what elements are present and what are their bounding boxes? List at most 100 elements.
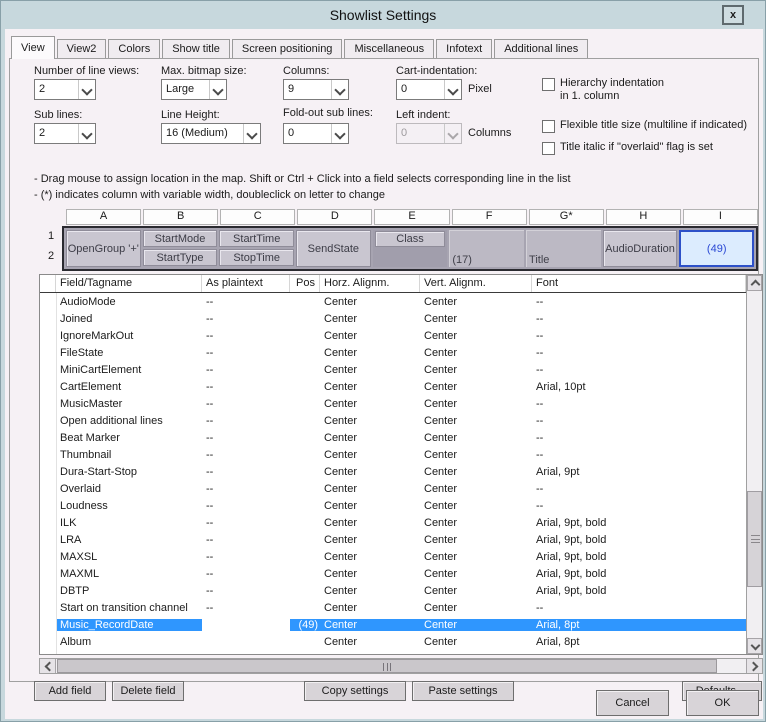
row-vert-cell: Center [420, 330, 532, 342]
chevron-down-icon[interactable] [444, 80, 461, 99]
fold-out-select[interactable]: 0 [283, 123, 349, 144]
scroll-up-icon[interactable] [747, 275, 762, 291]
table-row[interactable]: MAXML--CenterCenterArial, 9pt, bold [40, 565, 746, 582]
map-letter-b[interactable]: B [143, 209, 218, 225]
checkbox-box[interactable] [542, 120, 555, 133]
map-col-f: (17) [449, 230, 524, 267]
table-row[interactable]: FileState--CenterCenter-- [40, 344, 746, 361]
table-row[interactable]: ✔Music_RecordDate(49)CenterCenterArial, … [40, 616, 746, 633]
map-letter-h[interactable]: H [606, 209, 681, 225]
delete-field-button[interactable]: Delete field [112, 681, 184, 701]
checkbox-box[interactable] [542, 78, 555, 91]
row-horz-cell: Center [320, 347, 420, 359]
tab-view[interactable]: View [11, 36, 55, 59]
cart-indentation-value: 0 [397, 80, 444, 99]
table-row[interactable]: CartElement--CenterCenterArial, 10pt [40, 378, 746, 395]
map-cell-audioduration[interactable]: AudioDuration [603, 230, 678, 267]
tab-screen-positioning[interactable]: Screen positioning [232, 39, 343, 59]
map-cell-class[interactable]: Class [375, 231, 446, 247]
table-row[interactable]: Overlaid--CenterCenter-- [40, 480, 746, 497]
chevron-down-icon[interactable] [243, 124, 260, 143]
horizontal-scroll-thumb[interactable] [57, 659, 717, 673]
line-height-select[interactable]: 16 (Medium) [161, 123, 261, 144]
flexible-title-checkbox[interactable]: Flexible title size (multiline if indica… [542, 119, 757, 133]
table-row[interactable]: LRA--CenterCenterArial, 9pt, bold [40, 531, 746, 548]
table-row[interactable]: Start on transition channel--CenterCente… [40, 599, 746, 616]
header-horz-alignm[interactable]: Horz. Alignm. [320, 275, 420, 292]
tab-miscellaneous[interactable]: Miscellaneous [344, 39, 434, 59]
row-name-cell: Open additional lines [56, 415, 202, 427]
title-italic-checkbox[interactable]: Title italic if "overlaid" flag is set [542, 141, 757, 155]
chevron-down-icon[interactable] [331, 80, 348, 99]
close-icon[interactable]: x [722, 5, 744, 25]
map-cell-pos49-selected[interactable]: (49) [679, 230, 754, 267]
ok-button[interactable]: OK [686, 690, 759, 716]
header-as-plaintext[interactable]: As plaintext [202, 275, 290, 292]
header-pos[interactable]: Pos [290, 275, 320, 292]
table-row[interactable]: Beat Marker--CenterCenter-- [40, 429, 746, 446]
header-vert-alignm[interactable]: Vert. Alignm. [420, 275, 532, 292]
bitmap-size-select[interactable]: Large [161, 79, 227, 100]
map-cell-sendstate[interactable]: SendState [296, 230, 371, 267]
map-cell-startmode[interactable]: StartMode [143, 230, 218, 247]
add-field-button[interactable]: Add field [34, 681, 106, 701]
table-row[interactable]: Loudness--CenterCenter-- [40, 497, 746, 514]
table-row[interactable]: MiniCartElement--CenterCenter-- [40, 361, 746, 378]
table-row[interactable]: MAXSL--CenterCenterArial, 9pt, bold [40, 548, 746, 565]
map-cell-pos17[interactable]: (17) [449, 230, 524, 267]
checkbox-box[interactable] [542, 142, 555, 155]
table-row[interactable]: Open additional lines--CenterCenter-- [40, 412, 746, 429]
map-cell-stoptime[interactable]: StopTime [219, 249, 294, 266]
vertical-scroll-thumb[interactable] [747, 491, 762, 587]
tab-colors[interactable]: Colors [108, 39, 160, 59]
map-letter-g-star[interactable]: G* [529, 209, 604, 225]
tab-show-title[interactable]: Show title [162, 39, 230, 59]
header-font[interactable]: Font [532, 275, 746, 292]
tab-infotext[interactable]: Infotext [436, 39, 492, 59]
table-row[interactable]: Dura-Start-Stop--CenterCenterArial, 9pt [40, 463, 746, 480]
scroll-right-icon[interactable] [746, 659, 762, 673]
map-letter-a[interactable]: A [66, 209, 141, 225]
scroll-down-icon[interactable] [747, 638, 762, 654]
chevron-down-icon[interactable] [78, 80, 95, 99]
map-cell-class-block[interactable]: Class [373, 230, 448, 267]
copy-settings-button[interactable]: Copy settings [304, 681, 406, 701]
paste-settings-button[interactable]: Paste settings [412, 681, 514, 701]
line-views-select[interactable]: 2 [34, 79, 96, 100]
map-letter-e[interactable]: E [374, 209, 449, 225]
map-cell-title[interactable]: Title [526, 230, 601, 267]
sub-lines-select[interactable]: 2 [34, 123, 96, 144]
table-row[interactable]: IgnoreMarkOut--CenterCenter-- [40, 327, 746, 344]
chevron-down-icon[interactable] [331, 124, 348, 143]
row-name-cell: LRA [56, 534, 202, 546]
tab-view2[interactable]: View2 [57, 39, 107, 59]
hierarchy-indentation-checkbox[interactable]: Hierarchy indentation in 1. column [542, 77, 742, 103]
cancel-button[interactable]: Cancel [596, 690, 669, 716]
row-name-cell: CartElement [56, 381, 202, 393]
cart-indentation-select[interactable]: 0 [396, 79, 462, 100]
table-row[interactable]: MusicMaster--CenterCenter-- [40, 395, 746, 412]
map-letter-d[interactable]: D [297, 209, 372, 225]
map-col-i: (49) [679, 230, 754, 267]
table-row[interactable]: AudioMode--CenterCenter-- [40, 293, 746, 310]
chevron-down-icon[interactable] [78, 124, 95, 143]
table-row[interactable]: AlbumCenterCenterArial, 8pt [40, 633, 746, 650]
row-horz-cell: Center [320, 500, 420, 512]
table-row[interactable]: Joined--CenterCenter-- [40, 310, 746, 327]
map-cell-starttime[interactable]: StartTime [219, 230, 294, 247]
map-letter-i[interactable]: I [683, 209, 758, 225]
scroll-left-icon[interactable] [40, 659, 56, 673]
map-letter-f[interactable]: F [452, 209, 527, 225]
map-cell-opengroup[interactable]: OpenGroup '+' [66, 230, 141, 267]
table-row[interactable]: ILK--CenterCenterArial, 9pt, bold [40, 514, 746, 531]
header-field-tagname[interactable]: Field/Tagname [56, 275, 202, 292]
vertical-scrollbar[interactable] [746, 275, 762, 654]
chevron-down-icon[interactable] [209, 80, 226, 99]
tab-additional-lines[interactable]: Additional lines [494, 39, 588, 59]
map-letter-c[interactable]: C [220, 209, 295, 225]
table-row[interactable]: DBTP--CenterCenterArial, 9pt, bold [40, 582, 746, 599]
columns-select[interactable]: 9 [283, 79, 349, 100]
map-cell-starttype[interactable]: StartType [143, 249, 218, 266]
horizontal-scrollbar[interactable] [39, 658, 763, 674]
table-row[interactable]: Thumbnail--CenterCenter-- [40, 446, 746, 463]
